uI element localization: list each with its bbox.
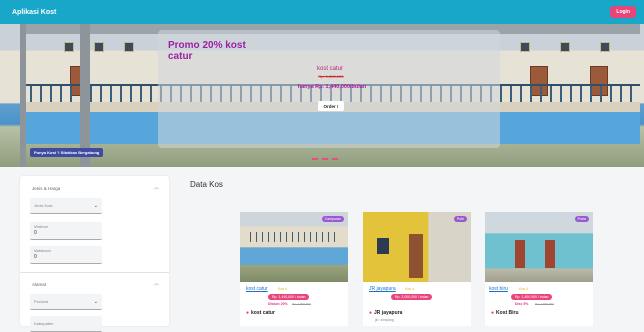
minimum-price-input[interactable]: Minimum 0 [30, 222, 102, 240]
building-window [520, 42, 530, 52]
kost-card[interactable]: Putra kost biru Kos 4 Rp. 1,400,000 / bu… [485, 212, 593, 326]
login-button[interactable]: Login [610, 6, 636, 18]
app-brand[interactable]: Aplikasi Kost [12, 9, 56, 16]
jenis-kost-select[interactable]: Jenis Kost ⌄ [30, 198, 102, 214]
promo-old-price: Rp. 1,800,000 [318, 74, 344, 79]
provinsi-placeholder: Provinsi [34, 299, 49, 304]
kost-photo[interactable] [240, 212, 348, 282]
promo-kost-name: kost catur [316, 66, 343, 72]
category-badge: Campuran [321, 216, 344, 222]
category-badge: Putri [453, 216, 467, 222]
kost-old-price: Rp. 1,500,000 [535, 302, 554, 306]
kost-price: Rp. 2,000,000 / bulan [391, 294, 433, 300]
photo-door [409, 234, 423, 278]
photo-window [377, 238, 389, 254]
carousel-indicators [312, 158, 338, 160]
dropdown-arrow-icon: ⌄ [93, 203, 98, 209]
carousel-dot[interactable] [332, 158, 338, 160]
location-pin-icon: ● [491, 310, 495, 316]
join-owner-button[interactable]: Punya Kost ? Silahkan Bergabung [30, 148, 104, 157]
building-window [560, 42, 570, 52]
kost-discount: Diskon 20% [268, 302, 288, 306]
kost-discount: Disc 5% [515, 302, 529, 306]
maksimum-label: Maksimum [34, 249, 51, 253]
jenis-kost-placeholder: Jenis Kost [34, 203, 53, 208]
photo-door [545, 240, 555, 268]
kost-price: Rp. 1,400,000 / bulan [511, 294, 553, 300]
location-pin-icon: ● [369, 310, 373, 316]
order-button[interactable]: Order ! [318, 101, 344, 111]
building-pole [20, 24, 26, 167]
jenis-harga-title[interactable]: Jenis & Harga [32, 186, 60, 191]
alamat-title[interactable]: Alamat [32, 282, 46, 287]
dropdown-arrow-icon: ⌄ [93, 299, 98, 305]
photo-railing [250, 232, 340, 242]
building-window [94, 42, 104, 52]
kost-name-link[interactable]: JR jayapura [369, 286, 396, 292]
kost-location-name: kost catur [251, 310, 275, 316]
kost-type: Kos 4 [278, 287, 287, 291]
location-pin-icon: ● [246, 310, 250, 316]
kost-location: ● kost catur [246, 310, 275, 316]
building-pole [80, 24, 90, 167]
kost-type: Kos 4 [405, 287, 414, 291]
kost-name-link[interactable]: kost catur [246, 286, 268, 292]
promo-title: Promo 20% kost catur [168, 40, 246, 62]
data-kos-title: Data Kos [190, 180, 223, 189]
building-window [600, 42, 610, 52]
kost-card[interactable]: Campuran kost catur Kos 4 Rp. 1,440,000 … [240, 212, 348, 326]
kabupaten-placeholder: Kabupaten [34, 321, 54, 326]
photo-door [515, 240, 525, 268]
kost-card[interactable]: Putri JR jayapura Kos 4 Rp. 2,000,000 / … [363, 212, 471, 326]
maksimum-value: 0 [34, 254, 37, 260]
kost-price: Rp. 1,440,000 / bulan [268, 294, 310, 300]
carousel-dot[interactable] [312, 158, 318, 160]
kabupaten-select[interactable]: Kabupaten [30, 316, 102, 332]
minimum-value: 0 [34, 230, 37, 236]
kost-name-link[interactable]: kost biru [489, 286, 508, 292]
kost-location: ● JR jayapura [369, 310, 402, 316]
filter-sidebar: Jenis & Harga ︿ Jenis Kost ⌄ Minimum 0 M… [20, 176, 169, 332]
building-window [124, 42, 134, 52]
kost-type: Kos 4 [519, 287, 528, 291]
carousel-dot[interactable] [322, 158, 328, 160]
kost-location-name: Kost Biru [496, 310, 519, 316]
section-divider [20, 272, 169, 273]
kost-photo[interactable] [363, 212, 471, 282]
chevron-up-icon[interactable]: ︿ [154, 280, 159, 287]
kost-photo[interactable] [485, 212, 593, 282]
kost-location-name: JR jayapura [374, 310, 403, 316]
kost-address: jln. simpang [375, 318, 394, 322]
provinsi-select[interactable]: Provinsi ⌄ [30, 294, 102, 310]
maksimum-price-input[interactable]: Maksimum 0 [30, 246, 102, 264]
promo-price: hanya Rp. 1,440,000/bulan [297, 84, 367, 90]
top-navbar: Aplikasi Kost Login [0, 0, 644, 24]
building-window [64, 42, 74, 52]
chevron-up-icon[interactable]: ︿ [154, 184, 159, 191]
kost-location: ● Kost Biru [491, 310, 519, 316]
minimum-label: Minimum [34, 225, 49, 229]
category-badge: Putra [574, 216, 589, 222]
kost-old-price: Rp. 1,800,000 [292, 302, 311, 306]
